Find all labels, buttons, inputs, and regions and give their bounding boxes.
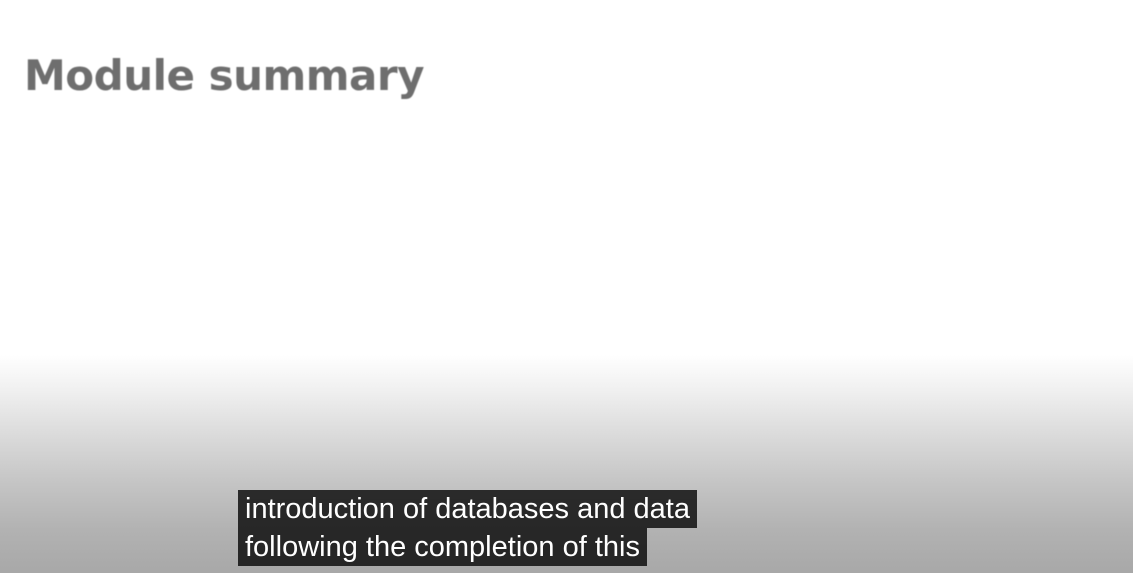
video-frame[interactable]: Module summary introduction of databases…: [0, 0, 1133, 573]
caption-line-1: introduction of databases and data: [238, 490, 697, 528]
caption-window: introduction of databases and data follo…: [238, 490, 697, 566]
caption-line-2: following the completion of this: [238, 528, 647, 566]
slide-title: Module summary: [24, 51, 424, 100]
